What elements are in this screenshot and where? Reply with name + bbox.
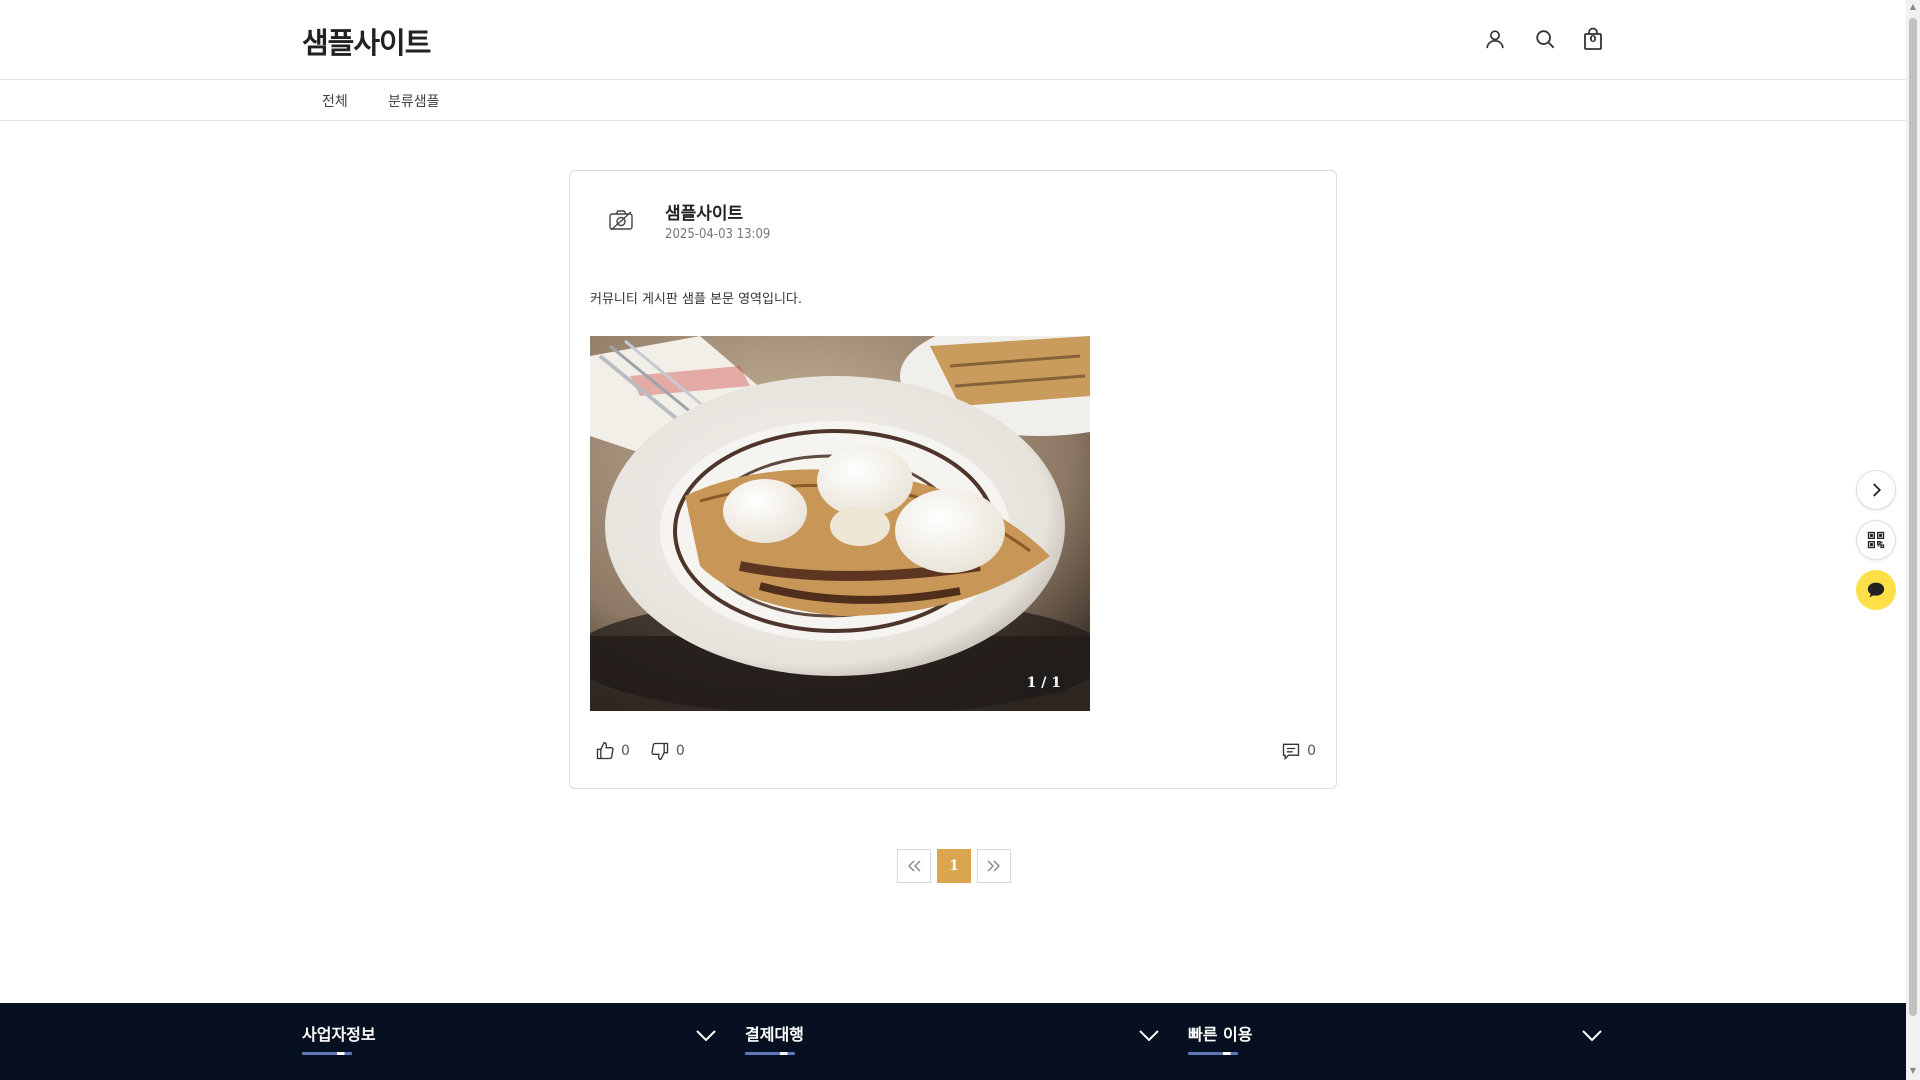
thumbs-down-icon — [651, 742, 669, 761]
post-author: 샘플사이트 — [665, 204, 744, 224]
double-chevron-left-icon — [908, 860, 921, 872]
vertical-scrollbar[interactable]: ▲ ▼ — [1906, 0, 1920, 1080]
page-number-button[interactable]: 1 — [937, 849, 971, 883]
post-date: 2025-04-03 13:09 — [665, 227, 771, 242]
thumbs-up-icon — [596, 741, 614, 760]
footer-section-payment: 결제대행 — [745, 1003, 1161, 1080]
footer-title-underline — [302, 1052, 352, 1055]
next-post-button[interactable] — [1856, 470, 1896, 510]
footer-section-title: 빠른 이용 — [1188, 1025, 1253, 1044]
footer-title-underline — [745, 1052, 795, 1055]
post-card: 샘플사이트 2025-04-03 13:09 커뮤니티 게시판 샘플 본문 영역… — [569, 170, 1337, 789]
category-nav: 전체 분류샘플 — [0, 81, 1906, 121]
dislike-count: 0 — [675, 743, 685, 759]
site-logo[interactable]: 샘플사이트 — [302, 20, 431, 62]
search-icon[interactable] — [1530, 24, 1560, 54]
like-button[interactable]: 0 — [595, 741, 630, 761]
qr-code-icon — [1867, 531, 1885, 549]
chevron-down-icon[interactable] — [694, 1023, 718, 1047]
category-all[interactable]: 전체 — [322, 91, 348, 111]
post-image[interactable]: 1 / 1 — [590, 336, 1090, 711]
footer-section-business: 사업자정보 — [302, 1003, 718, 1080]
post-content: 커뮤니티 게시판 샘플 본문 영역입니다. — [590, 292, 803, 307]
chevron-down-icon[interactable] — [1580, 1023, 1604, 1047]
image-counter: 1 / 1 — [1017, 671, 1070, 695]
chat-bubble-icon — [1867, 582, 1885, 598]
shopping-bag-icon[interactable]: 0 — [1578, 24, 1608, 54]
chevron-down-icon[interactable] — [1137, 1023, 1161, 1047]
scroll-thumb[interactable] — [1909, 18, 1917, 1016]
chat-button[interactable] — [1856, 570, 1896, 610]
comment-button[interactable]: 0 — [1281, 741, 1316, 761]
qr-code-button[interactable] — [1856, 520, 1896, 560]
site-header: 샘플사이트 0 — [0, 0, 1906, 80]
category-sample[interactable]: 분류샘플 — [388, 91, 440, 111]
comment-count: 0 — [1307, 743, 1316, 759]
footer-section-title: 결제대행 — [745, 1025, 804, 1044]
footer-section-title: 사업자정보 — [302, 1025, 376, 1044]
page: 샘플사이트 0 전체 분류샘플 샘플사이트 2025-04-03 13:09 커… — [0, 0, 1920, 1080]
crepe-photo — [590, 336, 1090, 711]
footer-title-underline — [1188, 1052, 1238, 1055]
site-footer: 사업자정보 결제대행 빠른 이용 — [0, 1003, 1906, 1080]
double-chevron-right-icon — [987, 860, 1000, 872]
comment-icon — [1282, 743, 1300, 761]
cart-count: 0 — [1589, 34, 1597, 45]
scroll-up-arrow[interactable]: ▲ — [1909, 2, 1917, 12]
footer-section-quick: 빠른 이용 — [1188, 1003, 1604, 1080]
camera-off-icon — [606, 205, 636, 235]
scroll-down-arrow[interactable]: ▼ — [1909, 1066, 1917, 1076]
pagination: 1 — [897, 849, 1011, 883]
last-page-button[interactable] — [977, 849, 1011, 883]
reaction-bar: 0 0 — [595, 741, 685, 761]
first-page-button[interactable] — [897, 849, 931, 883]
user-icon[interactable] — [1480, 24, 1510, 54]
like-count: 0 — [621, 743, 630, 759]
chevron-right-icon — [1873, 483, 1882, 497]
dislike-button[interactable]: 0 — [650, 741, 685, 761]
